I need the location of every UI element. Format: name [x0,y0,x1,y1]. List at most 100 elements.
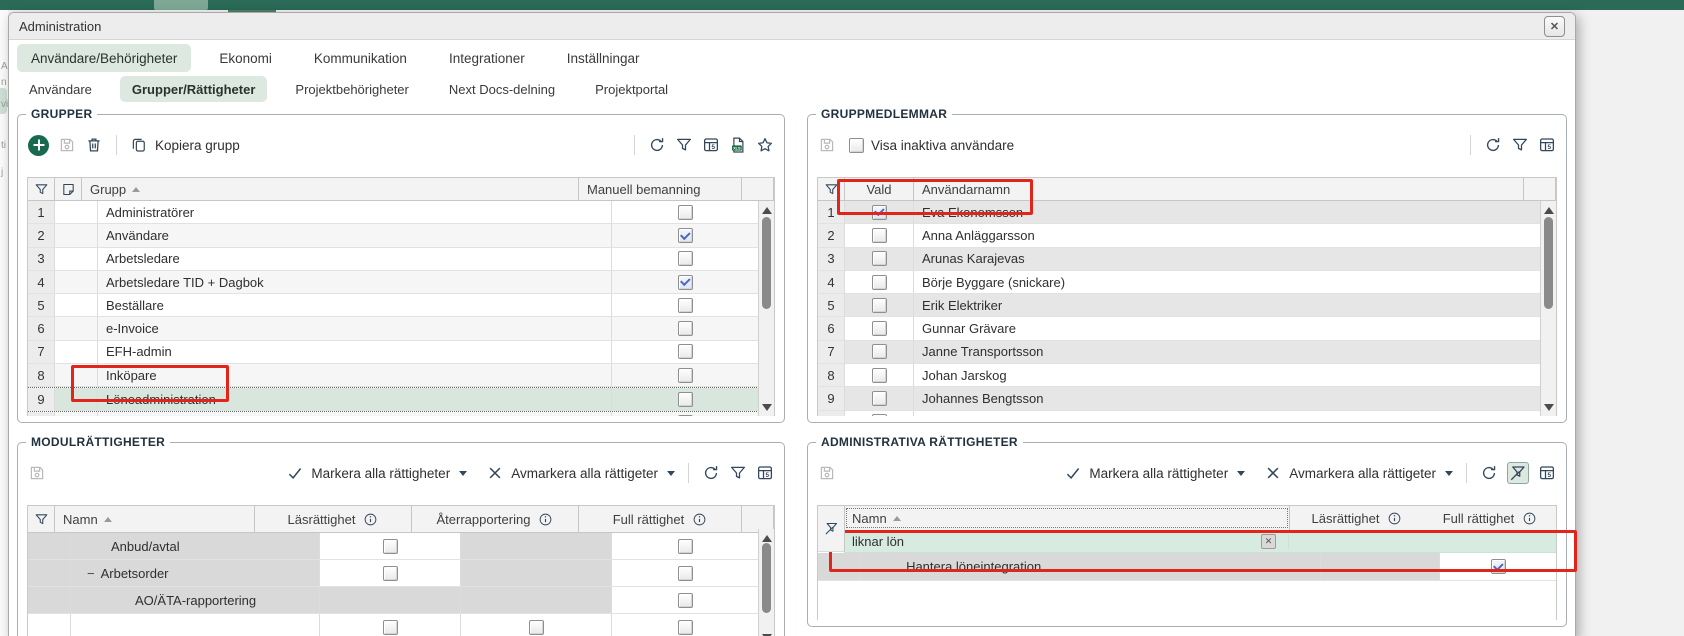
full-checkbox[interactable] [678,539,693,554]
member-row[interactable]: 4Börje Byggare (snickare) [818,271,1541,294]
member-row[interactable]: 8Johan Jarskog [818,364,1541,387]
tab-projektportal[interactable]: Projektportal [583,76,680,102]
add-group-button[interactable] [28,135,49,156]
scroll-up-arrow[interactable] [1541,203,1556,217]
manuell-bemanning-checkbox[interactable] [678,392,693,407]
group-row[interactable]: 6e-Invoice [28,317,759,340]
vald-checkbox[interactable] [872,368,887,383]
filter-column-header[interactable] [28,506,55,532]
group-row[interactable]: 4Arbetsledare TID + Dagbok [28,271,759,294]
filter-value[interactable]: liknar lön [852,534,904,549]
module-right-row[interactable]: Anbud/avtal [28,533,759,560]
manuell-bemanning-checkbox[interactable] [678,228,693,243]
full-checkbox[interactable] [1491,559,1506,574]
vald-column-header[interactable]: Vald [845,178,914,200]
columns-icon[interactable]: 5 [702,136,720,154]
username-column-header[interactable]: Användarnamn [914,178,1524,200]
vald-checkbox[interactable] [872,298,887,313]
close-button[interactable]: ✕ [1544,16,1565,37]
vald-checkbox[interactable] [872,275,887,290]
member-row[interactable]: 9Johannes Bengtsson [818,387,1541,410]
deselect-all-rights-button[interactable]: Avmarkera alla rättigeter [486,464,675,482]
full-checkbox[interactable] [678,593,693,608]
member-row[interactable]: 3Arunas Karajevas [818,248,1541,271]
full-checkbox[interactable] [678,620,693,635]
vald-checkbox[interactable] [872,321,887,336]
columns-icon[interactable]: 5 [1538,464,1556,482]
manuell-bemanning-checkbox[interactable] [678,344,693,359]
filter-column-header[interactable] [28,178,55,200]
manuell-bemanning-checkbox[interactable] [678,205,693,220]
refresh-icon[interactable] [648,136,666,154]
full-checkbox[interactable] [678,566,693,581]
read-column-header[interactable]: Läsrättighet [1290,506,1424,530]
favorite-icon[interactable] [756,136,774,154]
name-column-header[interactable]: Namn [844,506,1290,530]
group-row[interactable]: 9Löneadministration [28,387,759,411]
save-icon[interactable] [818,136,836,154]
vald-checkbox[interactable] [872,344,887,359]
refresh-icon[interactable] [1480,464,1498,482]
show-inactive-toggle[interactable]: Visa inaktiva användare [849,138,1014,153]
manuell-column-header[interactable]: Manuell bemanning [579,178,742,200]
read-checkbox[interactable] [383,539,398,554]
tab-kommunikation[interactable]: Kommunikation [300,44,421,72]
read-column-header[interactable]: Läsrättighet [255,506,412,532]
read-checkbox[interactable] [383,620,398,635]
scroll-down-arrow[interactable] [1541,400,1556,414]
save-icon[interactable] [58,136,76,154]
member-row[interactable]: 6Gunnar Grävare [818,317,1541,340]
filter-active-icon[interactable] [1507,462,1529,484]
report-column-header[interactable]: Återrapportering [412,506,579,532]
manuell-bemanning-checkbox[interactable] [678,321,693,336]
tab-anv-ndare-beh-righeter[interactable]: Användare/Behörigheter [17,44,191,72]
manuell-bemanning-checkbox[interactable] [678,415,693,416]
scroll-down-arrow[interactable] [759,630,774,636]
tab-inst-llningar[interactable]: Inställningar [553,44,654,72]
module-right-row[interactable]: −Arbetsorder [28,560,759,587]
tab-ekonomi[interactable]: Ekonomi [205,44,286,72]
module-right-row[interactable]: AO/ÄTA-rapportering [28,587,759,614]
tab-anv-ndare[interactable]: Användare [17,76,104,102]
manuell-bemanning-checkbox[interactable] [678,275,693,290]
note-column-header[interactable] [55,178,82,200]
name-column-header[interactable]: Namn [55,506,255,532]
tab-grupper-r-ttigheter[interactable]: Grupper/Rättigheter [120,76,268,102]
scroll-down-arrow[interactable] [759,400,774,414]
filter-column-header[interactable] [818,506,845,552]
member-row[interactable]: 7Janne Transportsson [818,341,1541,364]
member-row[interactable]: 10Kalle Kakelläggare [818,411,1541,416]
deselect-all-rights-button[interactable]: Avmarkera alla rättigeter [1264,464,1453,482]
scroll-thumb[interactable] [762,543,771,613]
module-right-row[interactable] [28,614,759,636]
refresh-icon[interactable] [1484,136,1502,154]
filter-icon[interactable] [1511,136,1529,154]
full-column-header[interactable]: Full rättighet [1424,506,1556,530]
filter-icon[interactable] [675,136,693,154]
copy-group-button[interactable]: Kopiera grupp [130,136,240,154]
manuell-bemanning-checkbox[interactable] [678,368,693,383]
tab-projektbeh-righeter[interactable]: Projektbehörigheter [283,76,420,102]
show-inactive-checkbox[interactable] [849,138,864,153]
tab-integrationer[interactable]: Integrationer [435,44,539,72]
chevron-down-icon[interactable] [667,471,675,476]
vald-checkbox[interactable] [872,414,887,416]
delete-icon[interactable] [85,136,103,154]
refresh-icon[interactable] [702,464,720,482]
chevron-down-icon[interactable] [459,471,467,476]
select-all-rights-button[interactable]: Markera alla rättigheter [1064,464,1245,482]
scroll-up-arrow[interactable] [759,203,774,217]
vald-checkbox[interactable] [872,391,887,406]
group-column-header[interactable]: Grupp [82,178,579,200]
scroll-thumb[interactable] [762,217,771,309]
member-row[interactable]: 5Erik Elektriker [818,294,1541,317]
filter-column-header[interactable] [818,178,845,200]
admin-right-row[interactable]: ⁕Hantera löneintegration [818,553,1556,581]
report-checkbox[interactable] [529,620,544,635]
group-row[interactable]: 5Beställare [28,294,759,317]
save-icon[interactable] [28,464,46,482]
chevron-down-icon[interactable] [1237,471,1245,476]
manuell-bemanning-checkbox[interactable] [678,298,693,313]
collapse-icon[interactable]: − [87,566,95,581]
select-all-rights-button[interactable]: Markera alla rättigheter [286,464,467,482]
